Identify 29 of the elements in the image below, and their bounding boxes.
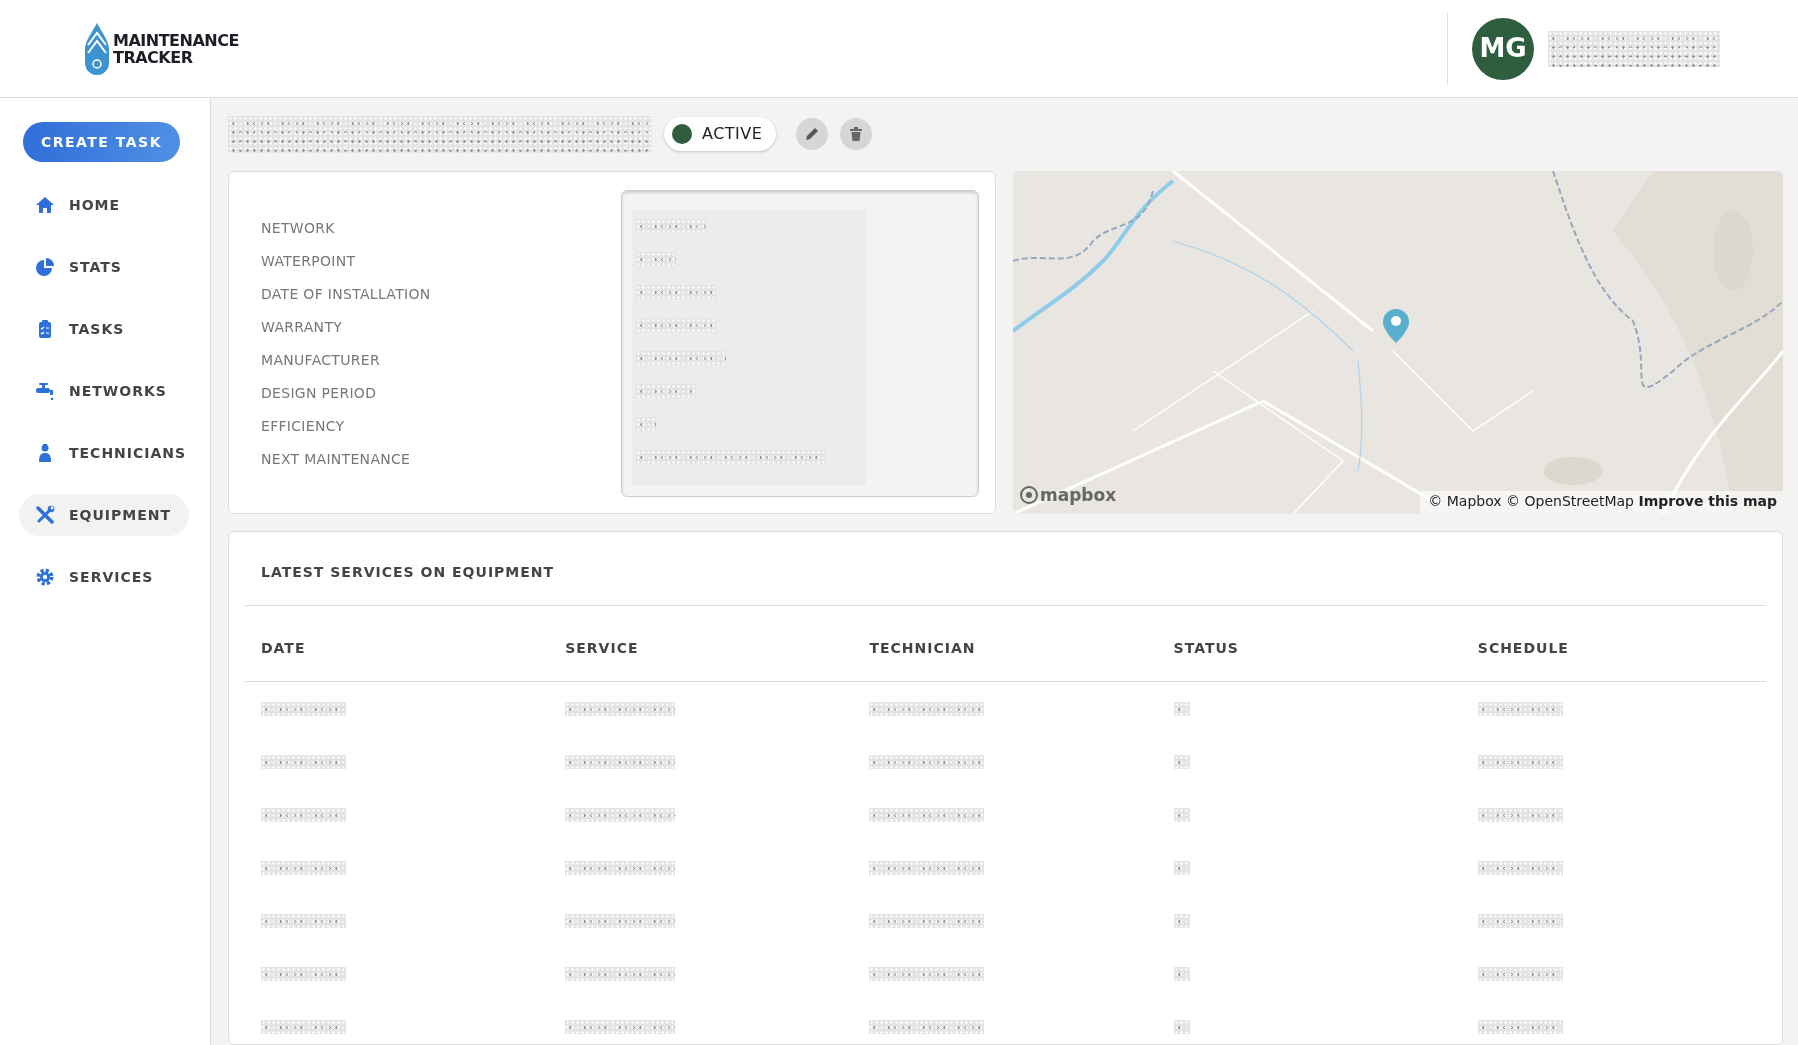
field-label: NETWORK bbox=[261, 219, 336, 238]
column-header: SCHEDULE bbox=[1477, 640, 1569, 656]
column-header: SERVICE bbox=[565, 640, 639, 656]
logo-text: TRACKER bbox=[113, 48, 194, 66]
mapbox-logo[interactable]: mapbox bbox=[1020, 482, 1117, 508]
nav-item[interactable]: TASKS bbox=[19, 308, 189, 350]
create-task-button[interactable]: CREATE TASK bbox=[23, 122, 180, 162]
field-label: NEXT MAINTENANCE bbox=[261, 450, 412, 469]
column-header: TECHNICIAN bbox=[869, 640, 976, 656]
section-heading: LATEST SERVICES ON EQUIPMENT bbox=[245, 532, 1766, 606]
field-label: DATE OF INSTALLATION bbox=[261, 285, 432, 304]
field-label: DESIGN PERIOD bbox=[261, 384, 378, 403]
map-attribution: © Mapbox © OpenStreetMap bbox=[1428, 493, 1634, 509]
column-header: DATE bbox=[261, 640, 306, 656]
column-header: STATUS bbox=[1173, 640, 1239, 656]
nav-item[interactable]: EQUIPMENT bbox=[19, 494, 189, 536]
nav-item[interactable]: HOME bbox=[19, 184, 189, 226]
field-label: MANUFACTURER bbox=[261, 351, 381, 370]
field-label: WATERPOINT bbox=[261, 252, 357, 271]
nav-item[interactable]: SERVICES bbox=[19, 556, 189, 598]
nav-item[interactable]: TECHNICIANS bbox=[19, 432, 189, 474]
field-label: WARRANTY bbox=[261, 318, 344, 337]
logo-text: MAINTENANCE bbox=[113, 31, 239, 49]
status-label: ACTIVE bbox=[702, 123, 763, 145]
nav-item[interactable]: NETWORKS bbox=[19, 370, 189, 412]
improve-map-link[interactable]: Improve this map bbox=[1638, 493, 1777, 509]
field-label: EFFICIENCY bbox=[261, 417, 346, 436]
user-avatar[interactable]: MG bbox=[1472, 17, 1534, 80]
nav-item[interactable]: STATS bbox=[19, 246, 189, 288]
